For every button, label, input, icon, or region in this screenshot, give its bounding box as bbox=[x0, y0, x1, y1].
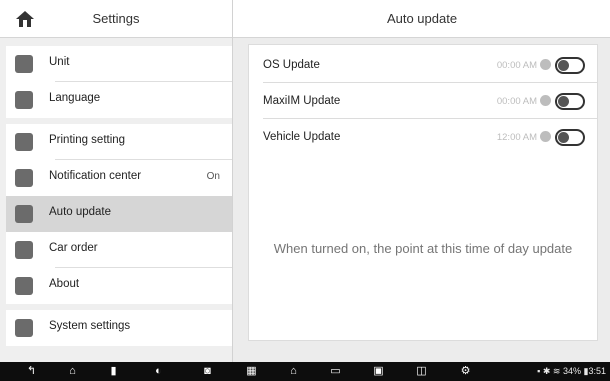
bluetooth-icon: ✱ bbox=[542, 366, 551, 376]
car-icon[interactable]: ◫ bbox=[415, 365, 428, 378]
clock-time: 3:51 bbox=[588, 366, 606, 376]
vci-icon[interactable]: ▭ bbox=[329, 365, 342, 378]
battery-level: 34% bbox=[562, 366, 581, 376]
os-update-toggle[interactable] bbox=[555, 57, 585, 74]
back-icon[interactable]: ↰ bbox=[25, 365, 38, 378]
notification-status: On bbox=[206, 171, 220, 182]
maxiim-update-toggle[interactable] bbox=[555, 93, 585, 110]
sidebar-item-label: System settings bbox=[49, 320, 131, 332]
maxisys-home-icon[interactable]: ⌂ bbox=[287, 365, 300, 378]
sidebar-item-auto-update[interactable]: Auto update bbox=[6, 196, 232, 232]
car-order-icon bbox=[15, 241, 33, 259]
sidebar-item-label: About bbox=[49, 278, 80, 290]
notification-icon bbox=[15, 169, 33, 187]
sidebar-item-label: Auto update bbox=[49, 206, 112, 218]
sidebar-item-system-settings[interactable]: System settings bbox=[6, 310, 232, 346]
sidebar-item-label: Notification center bbox=[49, 170, 142, 182]
home-nav-icon[interactable]: ⌂ bbox=[66, 365, 79, 378]
service-icon[interactable]: ⚙ bbox=[459, 365, 472, 378]
gallery-icon[interactable]: ▦ bbox=[245, 365, 258, 378]
system-settings-icon bbox=[15, 319, 33, 337]
info-icon bbox=[15, 277, 33, 295]
sidebar-item-label: Printing setting bbox=[49, 134, 126, 146]
unit-icon bbox=[15, 55, 33, 73]
os-update-time[interactable]: 00:00 AM bbox=[497, 60, 537, 71]
maxiim-update-row: MaxiIM Update 00:00 AM bbox=[249, 83, 597, 119]
sidebar-title: Settings bbox=[92, 11, 140, 26]
printer-icon bbox=[15, 133, 33, 151]
sidebar-item-label: Language bbox=[49, 92, 101, 104]
diagnostics-icon[interactable]: ▣ bbox=[372, 365, 385, 378]
sidebar-item-unit[interactable]: Unit bbox=[6, 46, 232, 82]
status-bar: ▪ ✱ ≋ 34% ▮3:51 bbox=[537, 366, 606, 377]
panel-header: Auto update bbox=[233, 0, 610, 38]
sidebar-item-printing-setting[interactable]: Printing setting bbox=[6, 124, 232, 160]
message-icon: ▪ bbox=[537, 366, 541, 376]
alarm-clock-icon[interactable] bbox=[540, 131, 551, 142]
update-settings-card: OS Update 00:00 AM MaxiIM Update 00:00 A… bbox=[248, 44, 598, 341]
sidebar-item-car-order[interactable]: Car order bbox=[6, 232, 232, 268]
browser-icon[interactable]: ◐ bbox=[152, 365, 165, 378]
sidebar-item-about[interactable]: About bbox=[6, 268, 232, 304]
recent-apps-icon[interactable]: ▮ bbox=[107, 365, 120, 378]
camera-icon[interactable]: ◙ bbox=[201, 365, 214, 378]
os-update-label: OS Update bbox=[263, 59, 320, 71]
alarm-clock-icon[interactable] bbox=[540, 95, 551, 106]
vehicle-update-row: Vehicle Update 12:00 AM bbox=[249, 119, 597, 155]
auto-update-hint: When turned on, the point at this time o… bbox=[273, 241, 573, 256]
vehicle-update-label: Vehicle Update bbox=[263, 131, 341, 143]
sidebar-item-label: Car order bbox=[49, 242, 98, 254]
vehicle-update-toggle[interactable] bbox=[555, 129, 585, 146]
maxiim-update-label: MaxiIM Update bbox=[263, 95, 341, 107]
sidebar-header: Settings bbox=[0, 0, 232, 38]
maxiim-update-time[interactable]: 00:00 AM bbox=[497, 96, 537, 107]
alarm-clock-icon[interactable] bbox=[540, 59, 551, 70]
settings-sidebar: Settings Unit Language Printing setting … bbox=[0, 0, 232, 362]
bottom-navigation-bar: ↰ ⌂ ▮ ◐ ◙ ▦ ⌂ ▭ ▣ ◫ ⚙ ▪ ✱ ≋ 34% ▮3:51 bbox=[0, 362, 610, 381]
page-title: Auto update bbox=[386, 11, 458, 26]
sidebar-item-notification-center[interactable]: Notification center On bbox=[6, 160, 232, 196]
vehicle-update-time[interactable]: 12:00 AM bbox=[497, 132, 537, 143]
update-icon bbox=[15, 205, 33, 223]
globe-icon bbox=[15, 91, 33, 109]
sidebar-item-label: Unit bbox=[49, 56, 70, 68]
wifi-icon: ≋ bbox=[552, 366, 561, 376]
auto-update-panel: Auto update OS Update 00:00 AM MaxiIM Up… bbox=[232, 0, 610, 362]
os-update-row: OS Update 00:00 AM bbox=[249, 47, 597, 83]
sidebar-item-language[interactable]: Language bbox=[6, 82, 232, 118]
